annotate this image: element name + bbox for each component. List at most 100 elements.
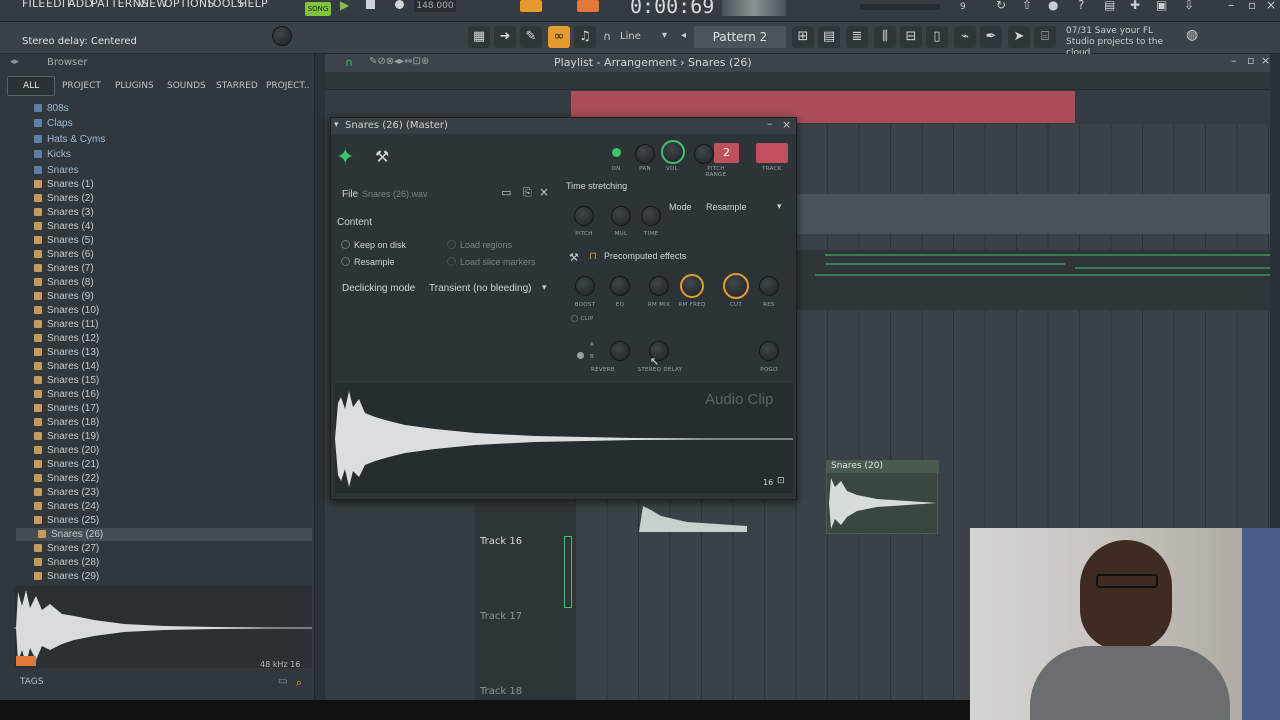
playlist-tools-icon[interactable]: ✎⊘⊗◂▸⇔⊡⊕ bbox=[369, 56, 429, 67]
remove-file-icon[interactable]: × bbox=[539, 185, 549, 199]
track-16-label[interactable]: Track 16 bbox=[480, 536, 522, 547]
plug-icon[interactable]: ⌁ bbox=[954, 26, 976, 48]
audio-clip-snares-20[interactable]: Snares (20) bbox=[826, 460, 939, 534]
file-icon[interactable]: ▯ bbox=[926, 26, 948, 48]
channel-collapse-icon[interactable]: ▾ bbox=[334, 120, 339, 130]
timeline-ruler[interactable] bbox=[325, 72, 1270, 90]
file-item[interactable]: Snares (9) bbox=[34, 290, 94, 303]
upload-icon[interactable]: ⇧ bbox=[1022, 0, 1032, 12]
browser-icon[interactable]: ≣ bbox=[846, 26, 868, 48]
step-seq-icon[interactable]: ⊞ bbox=[792, 26, 814, 48]
load-slice-option[interactable]: Load slice markers bbox=[447, 257, 536, 267]
file-item[interactable]: Snares (7) bbox=[34, 262, 94, 275]
track-17-label[interactable]: Track 17 bbox=[480, 611, 522, 622]
minimize-icon[interactable]: – bbox=[1228, 0, 1234, 12]
link-icon[interactable]: ∞ bbox=[548, 26, 570, 48]
chevron-down-icon[interactable]: ▾ bbox=[662, 30, 667, 41]
pitch-knob[interactable] bbox=[574, 206, 594, 226]
open-file-icon[interactable]: ▭ bbox=[501, 186, 511, 199]
declicking-select[interactable]: Transient (no bleeding) bbox=[429, 283, 531, 294]
folder-icon[interactable]: ▭ bbox=[278, 676, 287, 687]
tab-project[interactable]: PROJECT bbox=[58, 77, 105, 95]
rm-freq-knob[interactable] bbox=[680, 274, 704, 298]
song-mode-button[interactable]: SONG bbox=[305, 2, 331, 16]
metronome-icon[interactable] bbox=[520, 0, 542, 12]
menu-add[interactable]: ADD bbox=[68, 0, 93, 10]
reverb-knob[interactable] bbox=[610, 341, 630, 361]
shop-icon[interactable]: ⌸ bbox=[1034, 26, 1056, 48]
help-icon[interactable]: ? bbox=[1078, 0, 1084, 12]
vol-knob[interactable] bbox=[661, 140, 685, 164]
folder-item[interactable]: Hats & Cyms bbox=[34, 133, 105, 146]
pogo-knob[interactable] bbox=[759, 341, 779, 361]
file-options-icon[interactable]: ⎘ bbox=[523, 186, 532, 200]
maximize-icon[interactable]: ▫ bbox=[1248, 0, 1256, 12]
master-volume-knob[interactable] bbox=[272, 26, 292, 46]
pencil-icon[interactable]: ✎ bbox=[520, 26, 542, 48]
file-item[interactable]: Snares (2) bbox=[34, 192, 94, 205]
file-item[interactable]: Snares (15) bbox=[34, 374, 99, 387]
rm-mix-knob[interactable] bbox=[649, 276, 669, 296]
mic-icon[interactable]: ● bbox=[1048, 0, 1058, 12]
recording-mode-icon[interactable] bbox=[577, 0, 599, 12]
tab-sounds[interactable]: SOUNDS bbox=[163, 77, 210, 95]
record-icon[interactable] bbox=[395, 0, 404, 9]
piano-roll-icon[interactable]: ▤ bbox=[818, 26, 840, 48]
menu-help[interactable]: HELP bbox=[239, 0, 268, 10]
channel-rack-icon[interactable]: ⊟ bbox=[900, 26, 922, 48]
declicking-chevron-icon[interactable]: ▾ bbox=[542, 283, 547, 293]
pen-tool-icon[interactable]: ✒ bbox=[980, 26, 1002, 48]
file-item[interactable]: Snares (14) bbox=[34, 360, 99, 373]
time-knob[interactable] bbox=[641, 206, 661, 226]
file-item[interactable]: Snares (3) bbox=[34, 206, 94, 219]
load-regions-option[interactable]: Load regions bbox=[447, 240, 512, 250]
menu-file[interactable]: FILE bbox=[22, 0, 45, 10]
close-icon[interactable]: × bbox=[1266, 0, 1276, 12]
snap-select[interactable]: Line bbox=[620, 31, 641, 42]
eq-knob[interactable] bbox=[610, 276, 630, 296]
play-icon[interactable]: ▶ bbox=[340, 0, 349, 12]
pitch-range-knob[interactable] bbox=[694, 144, 714, 164]
plugin-icon[interactable]: ✚ bbox=[1130, 0, 1140, 12]
arrow-icon[interactable]: ➜ bbox=[494, 26, 516, 48]
playlist-close-icon[interactable]: × bbox=[1261, 54, 1270, 67]
file-item[interactable]: Snares (28) bbox=[34, 556, 99, 569]
track-selector[interactable] bbox=[756, 143, 788, 163]
tags-label[interactable]: TAGS bbox=[20, 677, 43, 687]
export-icon[interactable]: ▤ bbox=[1104, 0, 1115, 12]
playlist-icon[interactable]: ▦ bbox=[468, 26, 490, 48]
file-item[interactable]: Snares (16) bbox=[34, 388, 99, 401]
magnet-icon[interactable]: ∩ bbox=[603, 30, 611, 43]
file-item[interactable]: Snares (1) bbox=[34, 178, 94, 191]
file-item[interactable]: Snares (21) bbox=[34, 458, 99, 471]
boost-knob[interactable] bbox=[575, 276, 595, 296]
chat-icon[interactable]: ▣ bbox=[1156, 0, 1167, 12]
file-item[interactable]: Snares (17) bbox=[34, 402, 99, 415]
cut-knob[interactable] bbox=[723, 273, 749, 299]
zoom-icon[interactable]: ⊡ bbox=[777, 476, 785, 486]
folder-item[interactable]: 808s bbox=[34, 102, 69, 115]
mode-chevron-icon[interactable]: ▾ bbox=[777, 202, 782, 212]
file-item[interactable]: Snares (8) bbox=[34, 276, 94, 289]
pan-knob[interactable] bbox=[635, 144, 655, 164]
track-number[interactable]: 2 bbox=[714, 143, 739, 163]
file-item[interactable]: Snares (20) bbox=[34, 444, 99, 457]
menu-view[interactable]: VIEW bbox=[138, 0, 167, 10]
file-item[interactable]: Snares (12) bbox=[34, 332, 99, 345]
playlist-maximize-icon[interactable]: ▫ bbox=[1247, 54, 1254, 67]
stop-icon[interactable] bbox=[366, 0, 375, 9]
file-item[interactable]: Snares (24) bbox=[34, 500, 99, 513]
chevron-left-icon[interactable]: ◂ bbox=[681, 30, 686, 41]
on-led[interactable] bbox=[612, 148, 621, 157]
tab-project2[interactable]: PROJECT.. bbox=[262, 77, 314, 95]
file-item[interactable]: Snares (29) bbox=[34, 570, 99, 583]
pattern-selector[interactable]: Pattern 2 bbox=[694, 26, 786, 48]
file-item[interactable]: Snares (26) bbox=[16, 528, 312, 541]
search-icon[interactable]: ⌕ bbox=[296, 676, 302, 690]
file-item[interactable]: Snares (18) bbox=[34, 416, 99, 429]
file-item[interactable]: Snares (5) bbox=[34, 234, 94, 247]
file-item[interactable]: Snares (25) bbox=[34, 514, 99, 527]
keep-on-disk-option[interactable]: Keep on disk bbox=[341, 240, 406, 250]
mode-select[interactable]: Resample bbox=[706, 202, 747, 212]
track-18-label[interactable]: Track 18 bbox=[480, 686, 522, 697]
